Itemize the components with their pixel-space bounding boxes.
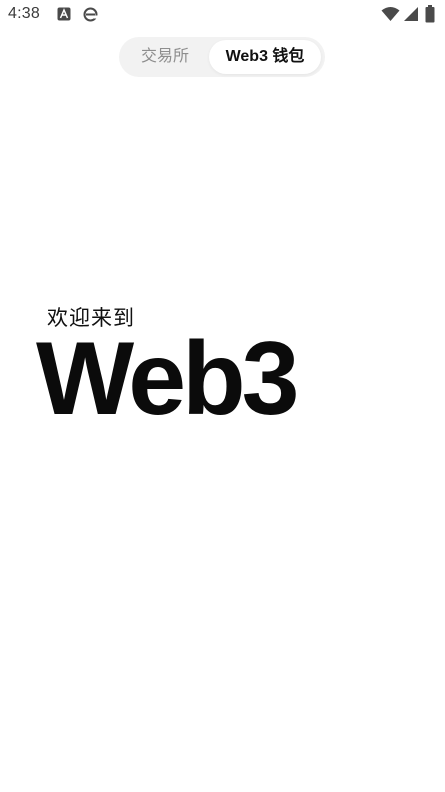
app-notification-a-icon xyxy=(57,7,71,26)
signal-icon xyxy=(403,6,419,27)
welcome-title: Web3 xyxy=(36,321,299,437)
browser-e-icon xyxy=(83,7,98,27)
wifi-icon xyxy=(381,6,400,27)
mode-switch: 交易所 Web3 钱包 xyxy=(119,37,325,77)
tab-web3-wallet-label: Web3 钱包 xyxy=(225,48,305,65)
tab-web3-wallet[interactable]: Web3 钱包 xyxy=(209,40,321,74)
app-screen: 4:38 交易所 Web3 钱包 欢迎来到 Web3 xyxy=(0,0,445,792)
tab-exchange-label: 交易所 xyxy=(140,48,189,65)
status-bar: 4:38 xyxy=(0,0,445,30)
status-time: 4:38 xyxy=(8,5,40,22)
tab-exchange[interactable]: 交易所 xyxy=(123,40,207,74)
battery-icon xyxy=(425,5,435,28)
